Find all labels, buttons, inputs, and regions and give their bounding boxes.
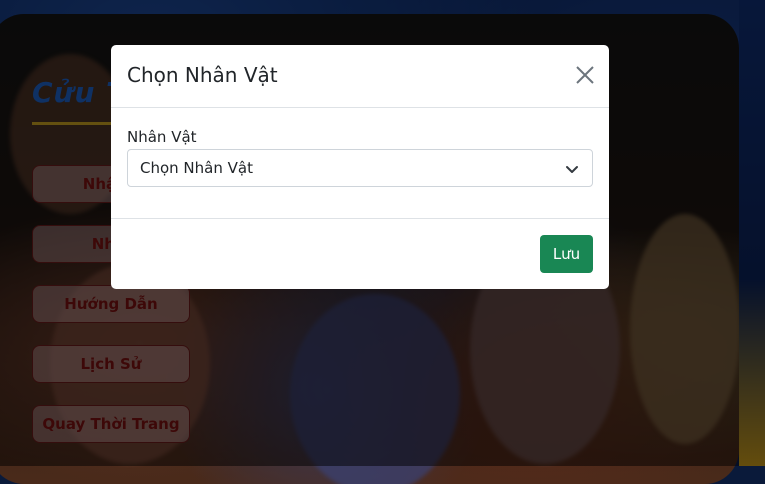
modal-body: Nhân Vật Chọn Nhân Vật [111, 108, 609, 219]
character-field-label: Nhân Vật [127, 128, 197, 146]
modal-title: Chọn Nhân Vật [127, 63, 278, 87]
save-button[interactable]: Lưu [540, 235, 593, 273]
character-select[interactable]: Chọn Nhân Vật [127, 149, 593, 187]
modal-header: Chọn Nhân Vật [111, 45, 609, 108]
chevron-down-icon [566, 166, 578, 173]
modal-footer: Lưu [111, 219, 609, 289]
character-select-value: Chọn Nhân Vật [140, 159, 253, 177]
select-character-modal: Chọn Nhân Vật Nhân Vật Chọn Nhân Vật Lưu [111, 45, 609, 289]
close-icon[interactable] [573, 63, 597, 87]
